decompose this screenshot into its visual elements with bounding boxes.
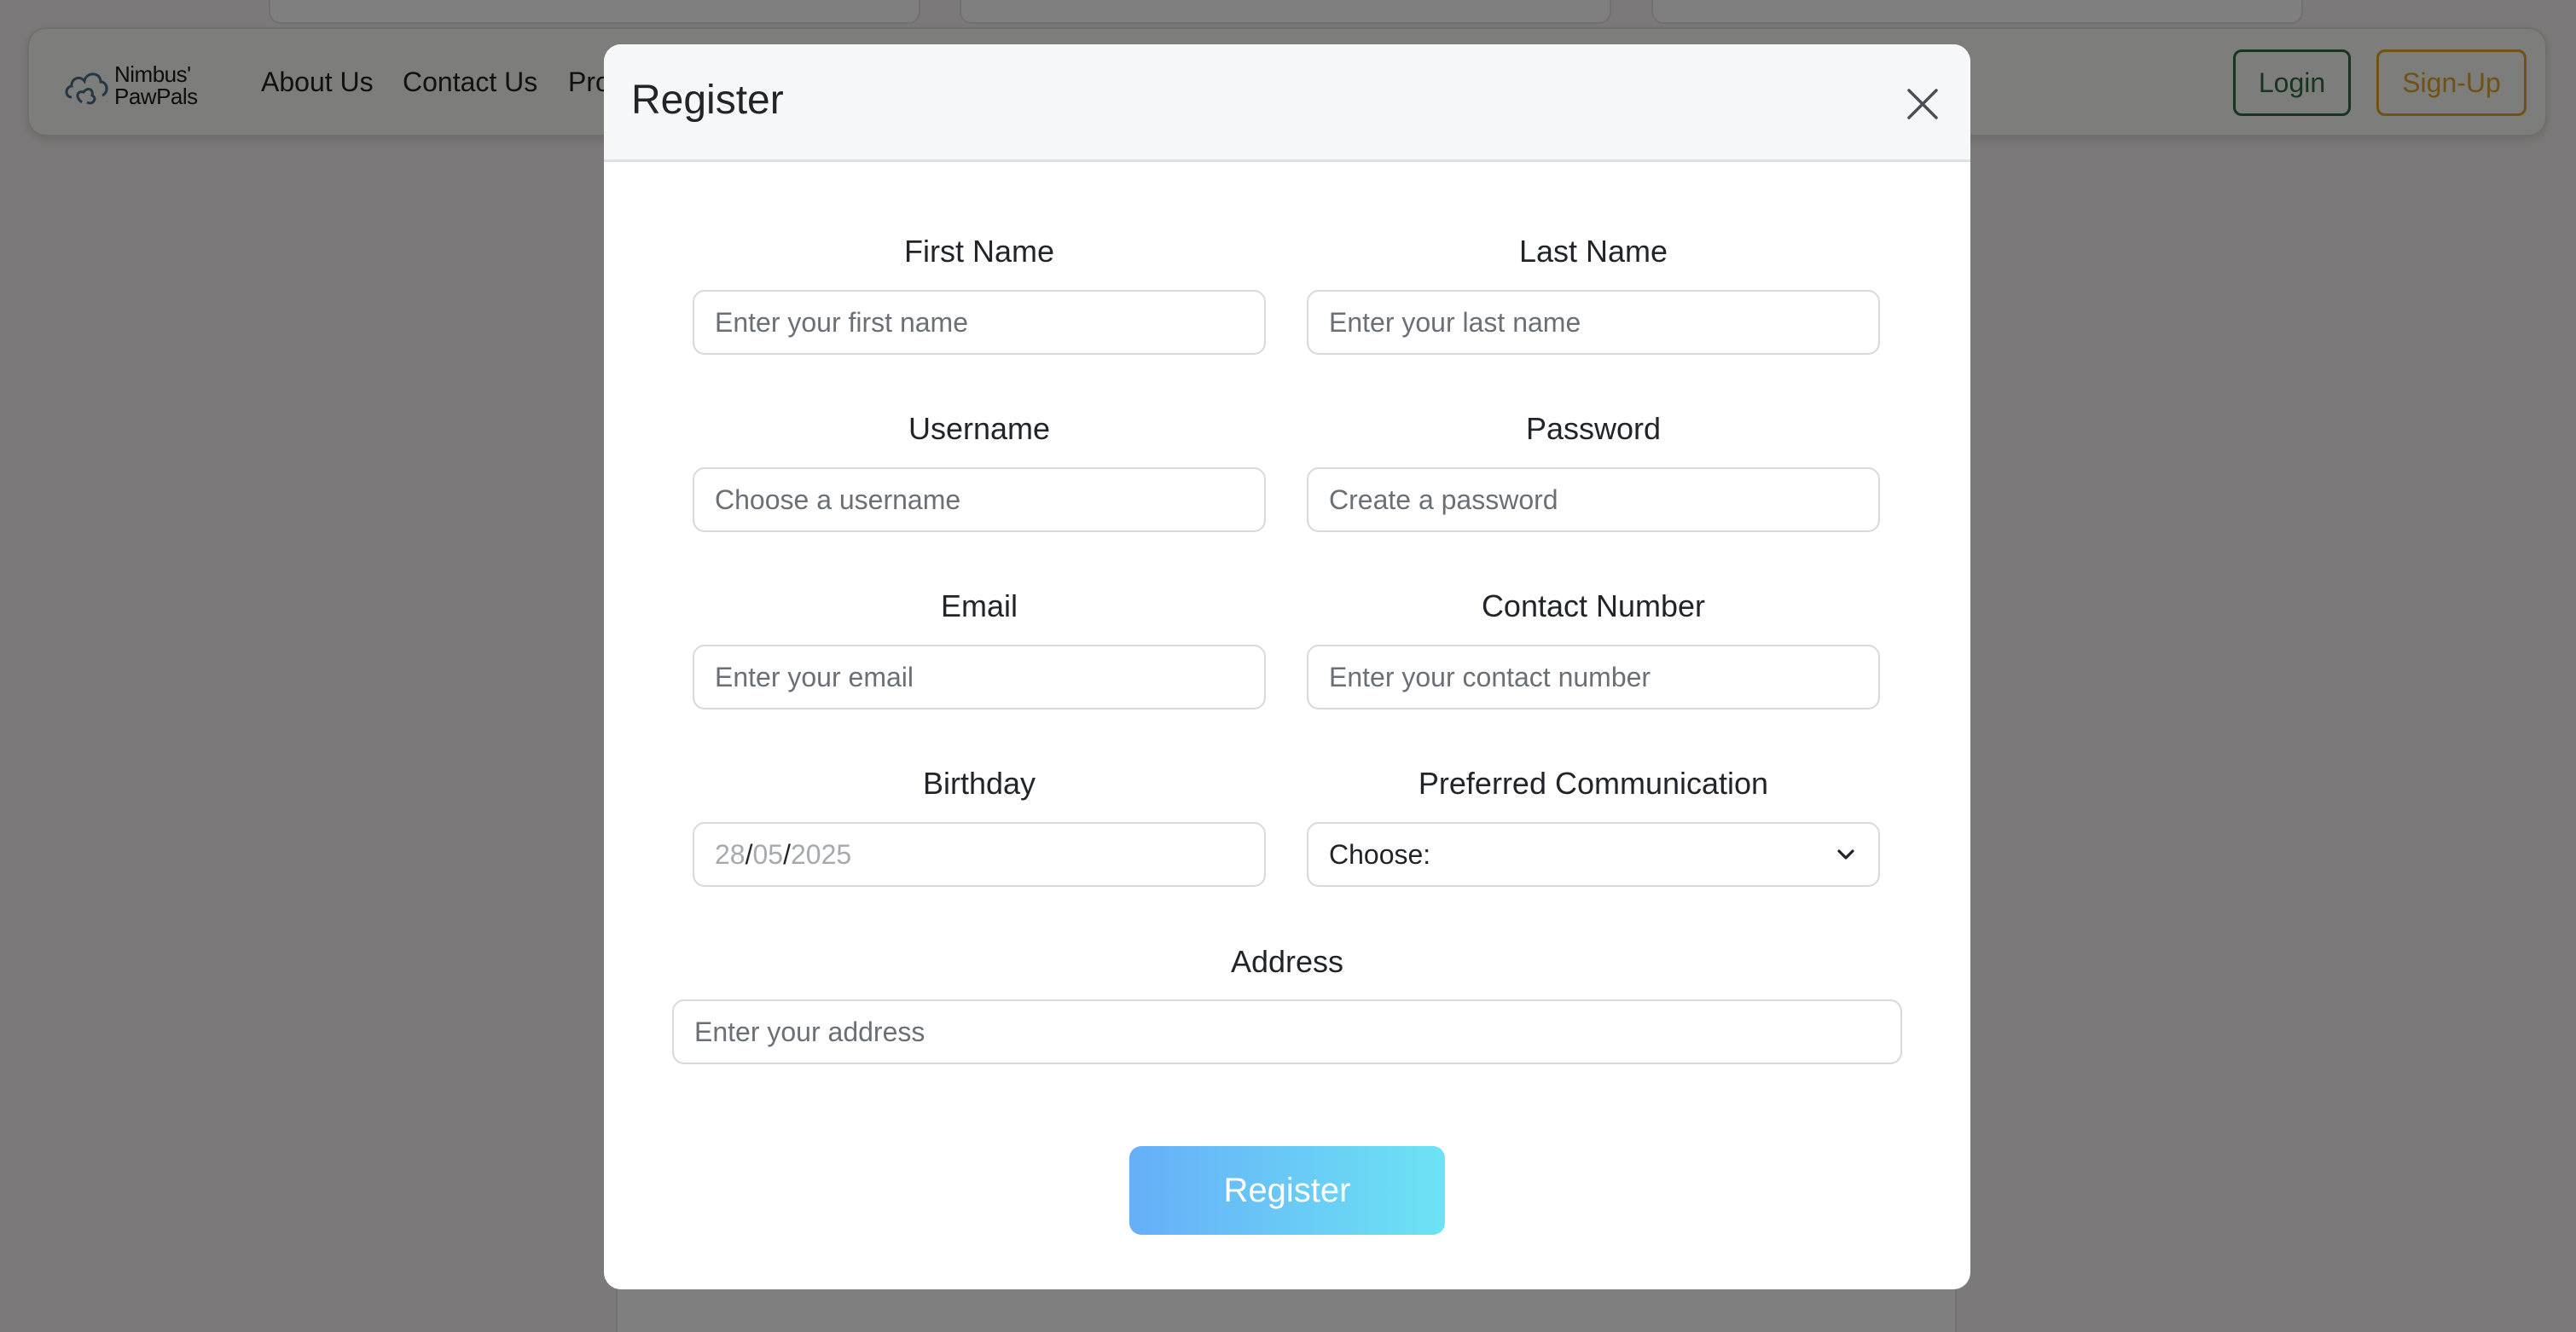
preferred-communication-label: Preferred Communication: [1418, 766, 1769, 801]
first-name-input[interactable]: [693, 290, 1266, 355]
register-modal: Register First Name Last Name Username P…: [604, 44, 1970, 1289]
modal-title: Register: [631, 78, 784, 123]
address-input[interactable]: [672, 999, 1902, 1064]
address-label: Address: [1230, 944, 1344, 979]
date-separator: /: [745, 838, 753, 870]
close-icon: [1907, 89, 1938, 119]
username-label: Username: [908, 411, 1051, 446]
register-button[interactable]: Register: [1129, 1146, 1445, 1235]
username-input[interactable]: [693, 467, 1266, 532]
birthday-date-input[interactable]: 28/05/2025: [693, 822, 1266, 887]
contact-number-input[interactable]: [1307, 645, 1880, 709]
birthday-month[interactable]: 05: [752, 839, 783, 871]
password-label: Password: [1525, 411, 1662, 446]
birthday-day[interactable]: 28: [715, 839, 746, 871]
password-input[interactable]: [1307, 467, 1880, 532]
email-label: Email: [940, 588, 1018, 623]
email-input[interactable]: [693, 645, 1266, 709]
date-separator: /: [783, 838, 791, 870]
chevron-down-icon: [1837, 849, 1854, 860]
preferred-communication-select[interactable]: Choose:: [1307, 822, 1880, 887]
birthday-label: Birthday: [922, 766, 1036, 801]
last-name-input[interactable]: [1307, 290, 1880, 355]
modal-header: Register: [604, 44, 1970, 162]
contact-number-label: Contact Number: [1481, 588, 1706, 623]
last-name-label: Last Name: [1518, 234, 1668, 269]
close-button[interactable]: [1900, 82, 1945, 126]
select-value: Choose:: [1329, 838, 1431, 870]
birthday-year[interactable]: 2025: [791, 839, 851, 871]
first-name-label: First Name: [903, 234, 1054, 269]
